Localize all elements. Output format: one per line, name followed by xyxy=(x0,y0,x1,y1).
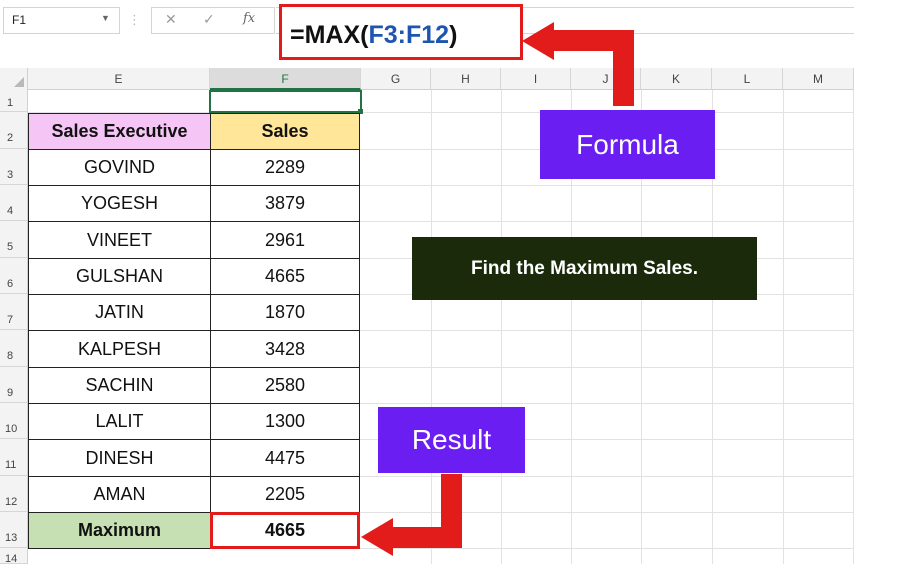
table-cell-name[interactable]: LALIT xyxy=(28,403,211,440)
row-header-3[interactable]: 3 xyxy=(0,149,28,185)
table-cell-name[interactable]: GULSHAN xyxy=(28,258,211,295)
table-cell-sales[interactable]: 1870 xyxy=(210,294,360,331)
table-cell-name[interactable]: JATIN xyxy=(28,294,211,331)
table-cell-sales[interactable]: 1300 xyxy=(210,403,360,440)
row-header-5[interactable]: 5 xyxy=(0,221,28,258)
column-header-m[interactable]: M xyxy=(783,68,854,90)
row-header-7[interactable]: 7 xyxy=(0,294,28,330)
table-cell-sales[interactable]: 2961 xyxy=(210,221,360,259)
formula-suffix: ) xyxy=(449,21,458,49)
result-arrow-head xyxy=(361,518,393,556)
chevron-down-icon[interactable]: ▼ xyxy=(101,13,110,23)
grid-line xyxy=(783,90,784,564)
table-cell-name[interactable]: AMAN xyxy=(28,476,211,513)
table-cell-sales[interactable]: 4665 xyxy=(210,258,360,295)
column-header-k[interactable]: K xyxy=(641,68,712,90)
table-cell-name[interactable]: VINEET xyxy=(28,221,211,259)
formula-highlight: =MAX(F3:F12) xyxy=(279,4,523,60)
grid-line xyxy=(853,90,854,564)
fx-icon[interactable]: fx xyxy=(243,11,255,26)
table-cell-name[interactable]: DINESH xyxy=(28,439,211,477)
formula-arrow-head xyxy=(522,22,554,60)
result-callout: Result xyxy=(378,407,525,473)
row-header-11[interactable]: 11 xyxy=(0,439,28,476)
enter-icon[interactable]: ✓ xyxy=(203,11,215,28)
cancel-icon[interactable]: ✕ xyxy=(165,11,177,28)
table-cell-sales[interactable]: 2580 xyxy=(210,367,360,404)
instruction-note: Find the Maximum Sales. xyxy=(412,237,757,300)
table-cell-sales[interactable]: 3879 xyxy=(210,185,360,222)
table-cell-name[interactable]: YOGESH xyxy=(28,185,211,222)
formula-range: F3:F12 xyxy=(368,21,450,49)
header-sales-executive[interactable]: Sales Executive xyxy=(28,113,211,150)
result-arrow-bar xyxy=(392,527,462,548)
formula-prefix: =MAX( xyxy=(290,21,369,49)
formula-callout: Formula xyxy=(540,110,715,179)
column-header-e[interactable]: E xyxy=(28,68,210,90)
table-cell-sales[interactable]: 3428 xyxy=(210,330,360,368)
more-options-icon: ⋮ xyxy=(128,12,141,27)
header-sales[interactable]: Sales xyxy=(210,113,360,150)
row-header-4[interactable]: 4 xyxy=(0,185,28,221)
table-cell-name[interactable]: GOVIND xyxy=(28,149,211,186)
table-cell-sales[interactable]: 4475 xyxy=(210,439,360,477)
row-header-12[interactable]: 12 xyxy=(0,476,28,512)
column-header-l[interactable]: L xyxy=(712,68,783,90)
row-header-2[interactable]: 2 xyxy=(0,112,28,149)
table-cell-name[interactable]: KALPESH xyxy=(28,330,211,368)
grid-line xyxy=(501,90,502,564)
table-cell-sales[interactable]: 2289 xyxy=(210,149,360,186)
row-header-6[interactable]: 6 xyxy=(0,258,28,294)
column-header-g[interactable]: G xyxy=(361,68,431,90)
row-header-1[interactable]: 1 xyxy=(0,90,28,112)
table-cell-name[interactable]: SACHIN xyxy=(28,367,211,404)
row-header-10[interactable]: 10 xyxy=(0,403,28,439)
grid-line xyxy=(431,90,432,564)
active-cell-f1[interactable] xyxy=(209,90,362,113)
maximum-label-cell[interactable]: Maximum xyxy=(28,512,211,549)
maximum-value-cell[interactable]: 4665 xyxy=(210,512,360,549)
row-header-14[interactable]: 14 xyxy=(0,548,28,565)
column-header-i[interactable]: I xyxy=(501,68,571,90)
row-header-13[interactable]: 13 xyxy=(0,512,28,548)
column-header-f[interactable]: F xyxy=(210,68,361,90)
row-header-8[interactable]: 8 xyxy=(0,330,28,367)
table-cell-sales[interactable]: 2205 xyxy=(210,476,360,513)
formula-arrow-bar xyxy=(552,30,634,51)
column-header-h[interactable]: H xyxy=(431,68,501,90)
row-header-9[interactable]: 9 xyxy=(0,367,28,403)
select-all-triangle-icon xyxy=(14,77,24,87)
